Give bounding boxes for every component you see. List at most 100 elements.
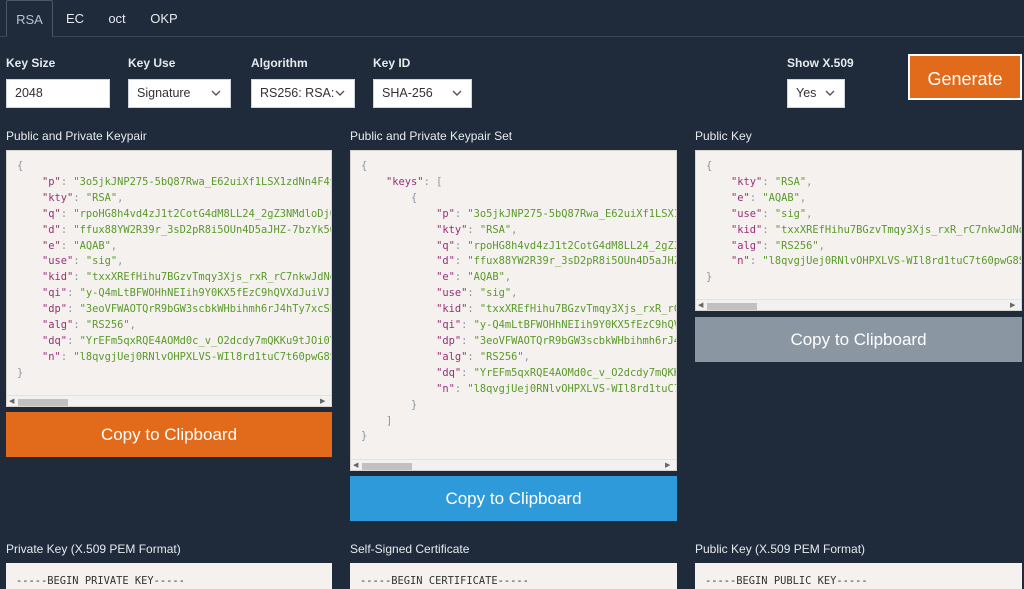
json-value: "YrEFm5qxRQE4AOMd0c_v_O2dcdy7mQKKu9tJOi0… bbox=[79, 334, 331, 347]
json-value: "AQAB" bbox=[73, 239, 111, 252]
algorithm-select[interactable]: RS256: RSA: bbox=[251, 79, 355, 108]
keypair-json: { "p": "3o5jkJNP275-5bQ87Rwa_E62uiXf1LSX… bbox=[17, 159, 331, 382]
json-value: "AQAB" bbox=[467, 271, 505, 284]
json-value: "3o5jkJNP275-5bQ87Rwa_E62uiXf1LSX1zdNn4F… bbox=[467, 207, 677, 220]
json-key: "kty" bbox=[731, 175, 763, 188]
copy-keypair-button[interactable]: Copy to Clipboard bbox=[6, 412, 332, 457]
keypair-set-panel[interactable]: { "keys": [ { "p": "3o5jkJNP275-5bQ87Rwa… bbox=[350, 150, 677, 471]
scroll-right-icon[interactable]: ▶ bbox=[665, 462, 673, 470]
json-value: "3eoVFWAOTQrR9bGW3scbkWHbihmh6rJ4hTy7xcS… bbox=[79, 303, 331, 316]
chevron-down-icon bbox=[335, 88, 345, 97]
json-value: "rpoHG8h4vd4zJ1t2CotG4dM8LL24_2gZ3NMdloD… bbox=[73, 207, 331, 220]
scroll-thumb[interactable] bbox=[707, 303, 757, 310]
json-key: "dp" bbox=[436, 334, 462, 347]
keypair-panel[interactable]: { "p": "3o5jkJNP275-5bQ87Rwa_E62uiXf1LSX… bbox=[6, 150, 332, 407]
tab-rsa[interactable]: RSA bbox=[6, 0, 53, 37]
key-id-select[interactable]: SHA-256 bbox=[373, 79, 472, 108]
certificate-text: -----BEGIN CERTIFICATE----- bbox=[360, 575, 529, 587]
json-key: "n" bbox=[42, 350, 61, 363]
json-value: "RSA" bbox=[85, 191, 118, 204]
json-key: "qi" bbox=[436, 319, 462, 332]
json-key: "q" bbox=[42, 207, 61, 220]
keypair-scrollbar[interactable]: ◀ ▶ bbox=[7, 395, 331, 406]
json-value: "txxXREfHihu7BGzvTmqy3Xjs_rxR_rC7nkwJdNd… bbox=[479, 303, 676, 316]
tab-okp[interactable]: OKP bbox=[147, 0, 181, 37]
json-key: "e" bbox=[731, 191, 750, 204]
json-key: "qi" bbox=[42, 287, 68, 300]
certificate-panel[interactable]: -----BEGIN CERTIFICATE----- bbox=[350, 563, 677, 589]
json-key: "p" bbox=[42, 175, 61, 188]
public-pem-title: Public Key (X.509 PEM Format) bbox=[695, 542, 866, 556]
copy-public-key-button[interactable]: Copy to Clipboard bbox=[695, 317, 1022, 362]
public-pem-text: -----BEGIN PUBLIC KEY----- bbox=[705, 575, 868, 587]
json-key: "e" bbox=[436, 271, 455, 284]
json-key: "kid" bbox=[436, 303, 468, 316]
key-use-value: Signature bbox=[137, 86, 191, 100]
json-key: "d" bbox=[42, 223, 61, 236]
key-id-value: SHA-256 bbox=[382, 86, 433, 100]
key-id-label: Key ID bbox=[373, 56, 411, 70]
json-value: "3eoVFWAOTQrR9bGW3scbkWHbihmh6rJ4hTy7xcS… bbox=[473, 334, 677, 347]
keypair-set-scrollbar[interactable]: ◀ ▶ bbox=[351, 459, 676, 470]
scroll-left-icon[interactable]: ◀ bbox=[9, 398, 17, 406]
private-pem-panel[interactable]: -----BEGIN PRIVATE KEY----- bbox=[6, 563, 332, 589]
scroll-left-icon[interactable]: ◀ bbox=[353, 462, 361, 470]
json-value: "RSA" bbox=[479, 223, 512, 236]
keypair-title: Public and Private Keypair bbox=[6, 129, 147, 143]
public-key-scrollbar[interactable]: ◀ ▶ bbox=[696, 299, 1021, 310]
json-value: "RS256" bbox=[479, 350, 524, 363]
json-key: "alg" bbox=[436, 350, 468, 363]
json-key: "keys" bbox=[386, 175, 424, 188]
public-key-json: { "kty": "RSA", "e": "AQAB", "use": "sig… bbox=[706, 159, 1022, 286]
copy-keypair-set-button[interactable]: Copy to Clipboard bbox=[350, 476, 677, 521]
json-key: "e" bbox=[42, 239, 61, 252]
json-key: "n" bbox=[731, 255, 750, 268]
json-value: "y-Q4mLtBFWOHhNEIih9Y0KX5fEzC9hQVXdJuiVJ… bbox=[79, 287, 331, 300]
json-value: "l8qvgjUej0RNlvOHPXLVS-WIl8rd1tuC7t60pwG… bbox=[762, 255, 1022, 268]
json-key: "kty" bbox=[42, 191, 74, 204]
key-use-select[interactable]: Signature bbox=[128, 79, 231, 108]
json-value: "RS256" bbox=[85, 319, 130, 332]
scroll-left-icon[interactable]: ◀ bbox=[698, 302, 706, 310]
public-pem-panel[interactable]: -----BEGIN PUBLIC KEY----- bbox=[695, 563, 1022, 589]
private-pem-text: -----BEGIN PRIVATE KEY----- bbox=[16, 575, 185, 587]
generate-button[interactable]: Generate bbox=[908, 54, 1022, 100]
show-x509-select[interactable]: Yes bbox=[787, 79, 845, 108]
keypair-set-title: Public and Private Keypair Set bbox=[350, 129, 513, 143]
json-value: "RSA" bbox=[774, 175, 807, 188]
chevron-down-icon bbox=[452, 88, 462, 97]
private-pem-title: Private Key (X.509 PEM Format) bbox=[6, 542, 181, 556]
json-value: "sig" bbox=[479, 287, 512, 300]
scroll-thumb[interactable] bbox=[362, 463, 412, 470]
public-key-title: Public Key bbox=[695, 129, 752, 143]
chevron-down-icon bbox=[211, 88, 221, 97]
json-value: "txxXREfHihu7BGzvTmqy3Xjs_rxR_rC7nkwJdNd… bbox=[85, 271, 331, 284]
json-key: "n" bbox=[436, 382, 455, 395]
tab-oct[interactable]: oct bbox=[104, 0, 130, 37]
public-key-panel[interactable]: { "kty": "RSA", "e": "AQAB", "use": "sig… bbox=[695, 150, 1022, 311]
json-key: "alg" bbox=[731, 239, 763, 252]
key-size-input[interactable]: 2048 bbox=[6, 79, 110, 108]
tab-ec[interactable]: EC bbox=[62, 0, 88, 37]
key-size-label: Key Size bbox=[6, 56, 56, 70]
json-key: "q" bbox=[436, 239, 455, 252]
json-value: "YrEFm5qxRQE4AOMd0c_v_O2dcdy7mQKKu9tJOi0… bbox=[473, 366, 677, 379]
scroll-right-icon[interactable]: ▶ bbox=[1010, 302, 1018, 310]
json-value: "sig" bbox=[774, 207, 807, 220]
json-key: "use" bbox=[42, 255, 74, 268]
json-key: "use" bbox=[436, 287, 468, 300]
json-key: "dq" bbox=[42, 334, 68, 347]
show-x509-label: Show X.509 bbox=[787, 56, 854, 70]
json-key: "dp" bbox=[42, 303, 68, 316]
json-key: "dq" bbox=[436, 366, 462, 379]
algorithm-label: Algorithm bbox=[251, 56, 308, 70]
show-x509-value: Yes bbox=[796, 86, 817, 100]
scroll-right-icon[interactable]: ▶ bbox=[320, 398, 328, 406]
json-value: "ffux88YW2R39r_3sD2pR8i5OUn4D5aJHZ-7bzYk… bbox=[73, 223, 331, 236]
json-key: "alg" bbox=[42, 319, 74, 332]
json-value: "txxXREfHihu7BGzvTmqy3Xjs_rxR_rC7nkwJdNd… bbox=[774, 223, 1021, 236]
json-value: "RS256" bbox=[774, 239, 819, 252]
json-key: "d" bbox=[436, 255, 455, 268]
scroll-thumb[interactable] bbox=[18, 399, 68, 406]
json-value: "y-Q4mLtBFWOHhNEIih9Y0KX5fEzC9hQVXdJuiVJ… bbox=[473, 319, 677, 332]
